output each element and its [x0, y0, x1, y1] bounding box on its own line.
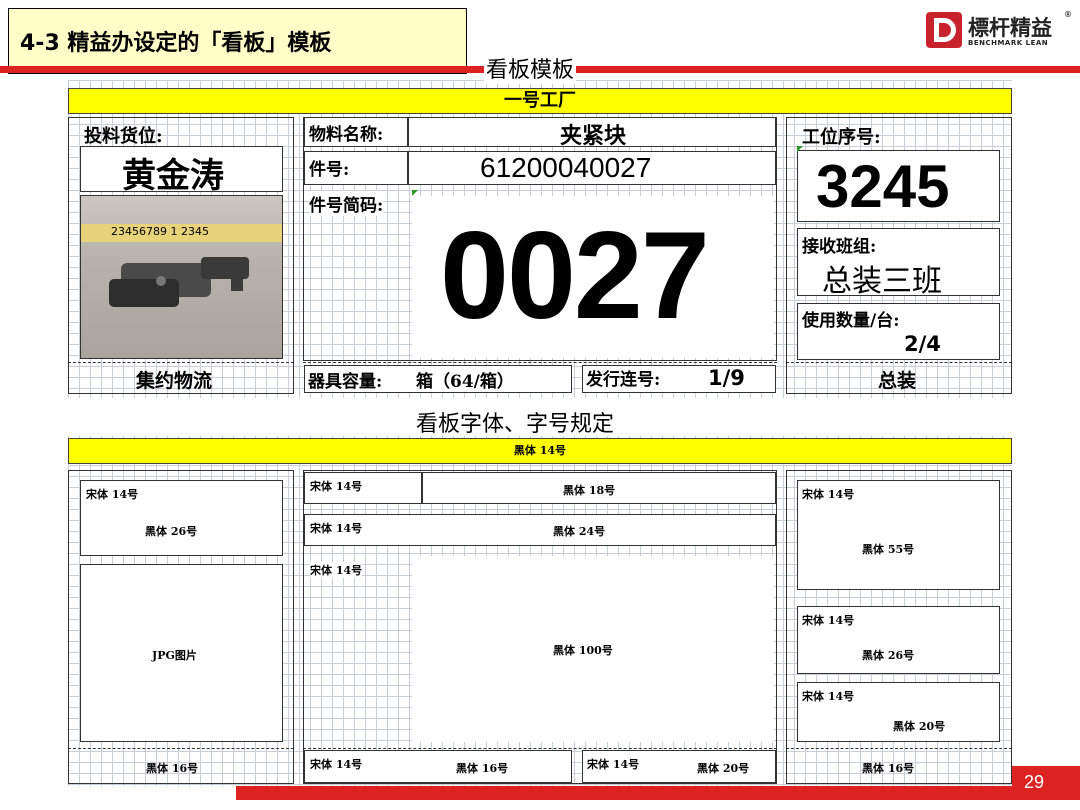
station-value: 3245 — [816, 153, 950, 220]
team-value: 总装三班 — [822, 264, 942, 299]
part-short-code-label: 件号简码: — [309, 191, 384, 216]
logo-chinese: 標杆精益 — [968, 16, 1052, 40]
green-marker-icon — [797, 146, 803, 152]
page-number-box — [1012, 766, 1080, 800]
feeding-location-value: 黄金涛 — [122, 156, 224, 196]
consolidated-logistics: 集约物流 — [136, 370, 213, 392]
spec-mid-b1-value: 黑体 16号 — [456, 762, 509, 775]
spec-mid-row3-big: 黑体 100号 — [553, 644, 613, 657]
issue-value: 1/9 — [708, 366, 745, 390]
station-label: 工位序号: — [802, 127, 881, 148]
usage-label: 使用数量/台: — [802, 311, 900, 331]
feeding-location-label: 投料货位: — [84, 126, 163, 147]
green-marker-icon — [412, 190, 418, 196]
spec-mid-row1-label: 宋体 14号 — [310, 480, 363, 493]
factory-bar: 一号工厂 — [68, 88, 1012, 114]
slide-title: 4-3 精益办设定的「看板」模板 — [20, 31, 332, 56]
spec-right2-value: 黑体 26号 — [862, 649, 915, 662]
assembly-label: 总装 — [878, 370, 917, 392]
usage-value: 2/4 — [904, 332, 941, 356]
photo-ruler: 23456789 1 2345 — [81, 224, 282, 242]
font-spec-bar: 黑体 14号 — [68, 438, 1012, 464]
left-divider — [68, 362, 294, 363]
spec-left-divider — [68, 748, 294, 749]
team-label: 接收班组: — [802, 237, 877, 257]
photo-ruler-text: 23456789 1 2345 — [111, 225, 209, 238]
page-number: 29 — [1024, 772, 1045, 792]
spec-mid-row2-label: 宋体 14号 — [310, 522, 363, 535]
spec-left-img: JPG图片 — [152, 649, 197, 662]
spec-mid-row2 — [304, 514, 776, 546]
spec-right2-label: 宋体 14号 — [802, 614, 855, 627]
spec-mid-b2-label: 宋体 14号 — [587, 758, 640, 771]
material-name-label: 物料名称: — [309, 125, 384, 145]
kanban-template-heading: 看板模板 — [484, 52, 577, 84]
spec-mid-row2-value: 黑体 24号 — [553, 525, 606, 538]
spec-right1-big: 黑体 55号 — [862, 543, 915, 556]
issue-label: 发行连号: — [586, 370, 661, 390]
spec-right-divider — [786, 748, 1012, 749]
container-label: 器具容量: — [308, 372, 383, 392]
spec-mid-b1-label: 宋体 14号 — [310, 758, 363, 771]
company-logo: 標杆精益 ® BENCHMARK LEAN — [926, 10, 1076, 54]
spec-right-bottom: 黑体 16号 — [862, 762, 915, 775]
right-divider — [786, 362, 1012, 363]
bottom-red-bar — [236, 786, 1080, 800]
material-name-value: 夹紧块 — [560, 123, 627, 149]
spec-mid-divider — [303, 748, 777, 749]
part-no-label: 件号: — [309, 160, 350, 180]
spec-mid-row3-label: 宋体 14号 — [310, 562, 363, 578]
font-spec-bar-text: 黑体 14号 — [513, 444, 567, 457]
logo-registered: ® — [1064, 10, 1072, 19]
font-spec-heading: 看板字体、字号规定 — [416, 412, 615, 437]
logo-mark-icon — [926, 12, 962, 48]
spec-right3-label: 宋体 14号 — [802, 690, 855, 703]
container-value: 箱（64/箱） — [416, 372, 514, 392]
part-short-code-value: 0027 — [440, 207, 710, 345]
spec-right3-value: 黑体 20号 — [893, 720, 946, 733]
middle-divider — [303, 362, 777, 363]
spec-mid-b2-value: 黑体 20号 — [697, 762, 750, 775]
spec-left-big: 黑体 26号 — [145, 525, 198, 538]
factory-name: 一号工厂 — [504, 90, 576, 111]
logo-english: BENCHMARK LEAN — [968, 39, 1049, 47]
spec-left-bottom: 黑体 16号 — [146, 762, 199, 775]
part-no-value: 61200040027 — [480, 152, 652, 183]
spec-mid-row1-value: 黑体 18号 — [563, 484, 616, 497]
part-photo: 23456789 1 2345 — [80, 195, 283, 359]
spec-right1-label: 宋体 14号 — [802, 488, 855, 501]
spec-left-small: 宋体 14号 — [86, 488, 139, 501]
clamp-block-image — [109, 257, 249, 307]
